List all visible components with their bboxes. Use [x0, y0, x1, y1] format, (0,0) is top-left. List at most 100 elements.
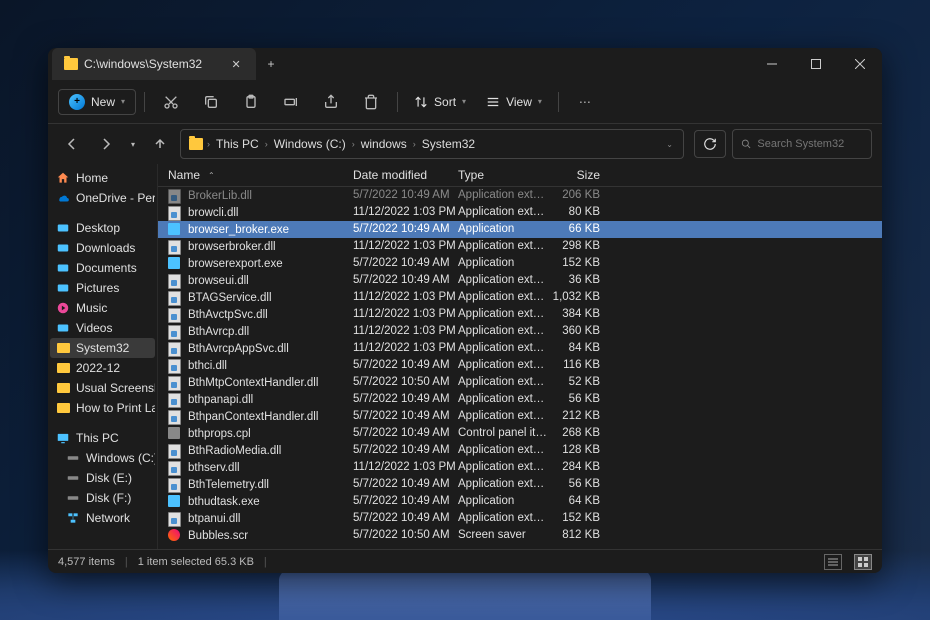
sort-label: Sort: [434, 95, 456, 109]
minimize-button[interactable]: [750, 48, 794, 80]
file-name: BrokerLib.dll: [188, 190, 252, 202]
sidebar-item-label: Pictures: [76, 281, 119, 295]
cut-button[interactable]: [153, 86, 189, 118]
sidebar-item-home[interactable]: Home: [50, 168, 155, 188]
more-button[interactable]: ⋯: [567, 86, 603, 118]
recent-dropdown[interactable]: ▾: [126, 130, 140, 158]
file-row[interactable]: browser_broker.exe5/7/2022 10:49 AMAppli…: [158, 221, 882, 238]
sidebar-item-network[interactable]: Network: [50, 508, 155, 528]
sidebar-item-how-to-print-labels-f[interactable]: How to Print Labels f: [50, 398, 155, 418]
sidebar-item-disk-f-[interactable]: Disk (F:): [50, 488, 155, 508]
new-tab-button[interactable]: +: [256, 57, 286, 71]
sidebar-item-2022-12[interactable]: 2022-12: [50, 358, 155, 378]
breadcrumb-drive[interactable]: Windows (C:): [272, 135, 348, 153]
file-date: 5/7/2022 10:49 AM: [353, 359, 458, 373]
tab-title: C:\windows\System32: [84, 57, 202, 71]
file-type: Application exten...: [458, 291, 548, 305]
chevron-down-icon: ▾: [538, 97, 542, 106]
close-button[interactable]: [838, 48, 882, 80]
file-row[interactable]: bthci.dll5/7/2022 10:49 AMApplication ex…: [158, 357, 882, 374]
file-pane: Name⌃ Date modified Type Size BrokerLib.…: [158, 164, 882, 549]
file-size: 66 KB: [548, 223, 608, 237]
file-row[interactable]: bthprops.cpl5/7/2022 10:49 AMControl pan…: [158, 425, 882, 442]
rename-button[interactable]: [273, 86, 309, 118]
sidebar-item-usual-screenshots[interactable]: Usual Screenshots: [50, 378, 155, 398]
up-button[interactable]: [146, 130, 174, 158]
breadcrumb-windows[interactable]: windows: [359, 135, 409, 153]
address-row: ▾ › This PC › Windows (C:) › windows › S…: [48, 124, 882, 164]
file-date: 5/7/2022 10:49 AM: [353, 512, 458, 526]
sidebar-item-pictures[interactable]: Pictures: [50, 278, 155, 298]
file-row[interactable]: btpanui.dll5/7/2022 10:49 AMApplication …: [158, 510, 882, 527]
file-row[interactable]: BthMtpContextHandler.dll5/7/2022 10:50 A…: [158, 374, 882, 391]
file-row[interactable]: BthRadioMedia.dll5/7/2022 10:49 AMApplic…: [158, 442, 882, 459]
tab-system32[interactable]: C:\windows\System32 ✕: [52, 48, 256, 80]
share-button[interactable]: [313, 86, 349, 118]
file-size: 64 KB: [548, 495, 608, 509]
drive-icon: [66, 491, 80, 505]
sidebar-item-disk-e-[interactable]: Disk (E:): [50, 468, 155, 488]
dll-icon: [168, 291, 182, 305]
search-input[interactable]: [757, 138, 863, 150]
file-row[interactable]: browserexport.exe5/7/2022 10:49 AMApplic…: [158, 255, 882, 272]
details-view-icon[interactable]: [824, 554, 842, 570]
forward-button[interactable]: [92, 130, 120, 158]
column-size[interactable]: Size: [548, 168, 608, 182]
refresh-button[interactable]: [694, 130, 726, 158]
file-row[interactable]: bthpanapi.dll5/7/2022 10:49 AMApplicatio…: [158, 391, 882, 408]
file-list[interactable]: BrokerLib.dll 5/7/2022 10:49 AM Applicatio…: [158, 187, 882, 549]
copy-button[interactable]: [193, 86, 229, 118]
dll-icon: [168, 189, 182, 203]
breadcrumb-thispc[interactable]: This PC: [214, 135, 261, 153]
paste-button[interactable]: [233, 86, 269, 118]
sidebar-item-this-pc[interactable]: This PC: [50, 428, 155, 448]
chevron-down-icon[interactable]: ⌄: [666, 140, 679, 149]
column-headers: Name⌃ Date modified Type Size: [158, 164, 882, 187]
view-button[interactable]: View ▾: [478, 91, 550, 113]
file-row[interactable]: bthserv.dll11/12/2022 1:03 PMApplication…: [158, 459, 882, 476]
column-date[interactable]: Date modified: [353, 168, 458, 182]
sidebar-item-onedrive-personal[interactable]: OneDrive - Personal: [50, 188, 155, 208]
column-name[interactable]: Name⌃: [158, 168, 353, 182]
file-date: 5/7/2022 10:49 AM: [353, 393, 458, 407]
sidebar-item-music[interactable]: Music: [50, 298, 155, 318]
back-button[interactable]: [58, 130, 86, 158]
file-row[interactable]: browserbroker.dll11/12/2022 1:03 PMAppli…: [158, 238, 882, 255]
file-row[interactable]: BthAvctpSvc.dll11/12/2022 1:03 PMApplica…: [158, 306, 882, 323]
chevron-right-icon: ›: [352, 139, 355, 149]
file-row[interactable]: browseui.dll5/7/2022 10:49 AMApplication…: [158, 272, 882, 289]
sidebar-item-downloads[interactable]: Downloads: [50, 238, 155, 258]
file-name: browserbroker.dll: [188, 241, 276, 253]
maximize-button[interactable]: [794, 48, 838, 80]
large-icons-view-icon[interactable]: [854, 554, 872, 570]
file-size: 56 KB: [548, 393, 608, 407]
file-size: 84 KB: [548, 342, 608, 356]
sidebar-item-windows-c-[interactable]: Windows (C:): [50, 448, 155, 468]
titlebar: C:\windows\System32 ✕ +: [48, 48, 882, 80]
file-row[interactable]: browcli.dll11/12/2022 1:03 PMApplication…: [158, 204, 882, 221]
new-button[interactable]: + New ▾: [58, 89, 136, 115]
sidebar-item-system32[interactable]: System32: [50, 338, 155, 358]
breadcrumb-system32[interactable]: System32: [420, 135, 477, 153]
file-row[interactable]: BthTelemetry.dll5/7/2022 10:49 AMApplica…: [158, 476, 882, 493]
sidebar-item-desktop[interactable]: Desktop: [50, 218, 155, 238]
file-row[interactable]: BthAvrcpAppSvc.dll11/12/2022 1:03 PMAppl…: [158, 340, 882, 357]
sort-button[interactable]: Sort ▾: [406, 91, 474, 113]
column-type[interactable]: Type: [458, 168, 548, 182]
file-row[interactable]: bthudtask.exe5/7/2022 10:49 AMApplicatio…: [158, 493, 882, 510]
file-row[interactable]: BTAGService.dll11/12/2022 1:03 PMApplica…: [158, 289, 882, 306]
drive-icon: [66, 451, 80, 465]
file-row[interactable]: BthpanContextHandler.dll5/7/2022 10:49 A…: [158, 408, 882, 425]
file-type: Application exten...: [458, 461, 548, 475]
dll-icon: [168, 410, 182, 424]
delete-button[interactable]: [353, 86, 389, 118]
close-tab-icon[interactable]: ✕: [228, 56, 244, 72]
sidebar-item-documents[interactable]: Documents: [50, 258, 155, 278]
search-box[interactable]: [732, 129, 872, 159]
file-row[interactable]: Bubbles.scr5/7/2022 10:50 AMScreen saver…: [158, 527, 882, 544]
address-bar[interactable]: › This PC › Windows (C:) › windows › Sys…: [180, 129, 684, 159]
downloads-icon: [56, 241, 70, 255]
file-row[interactable]: BthAvrcp.dll11/12/2022 1:03 PMApplicatio…: [158, 323, 882, 340]
sidebar-item-videos[interactable]: Videos: [50, 318, 155, 338]
file-row[interactable]: BrokerLib.dll5/7/2022 10:49 AMApplicatio…: [158, 187, 882, 204]
